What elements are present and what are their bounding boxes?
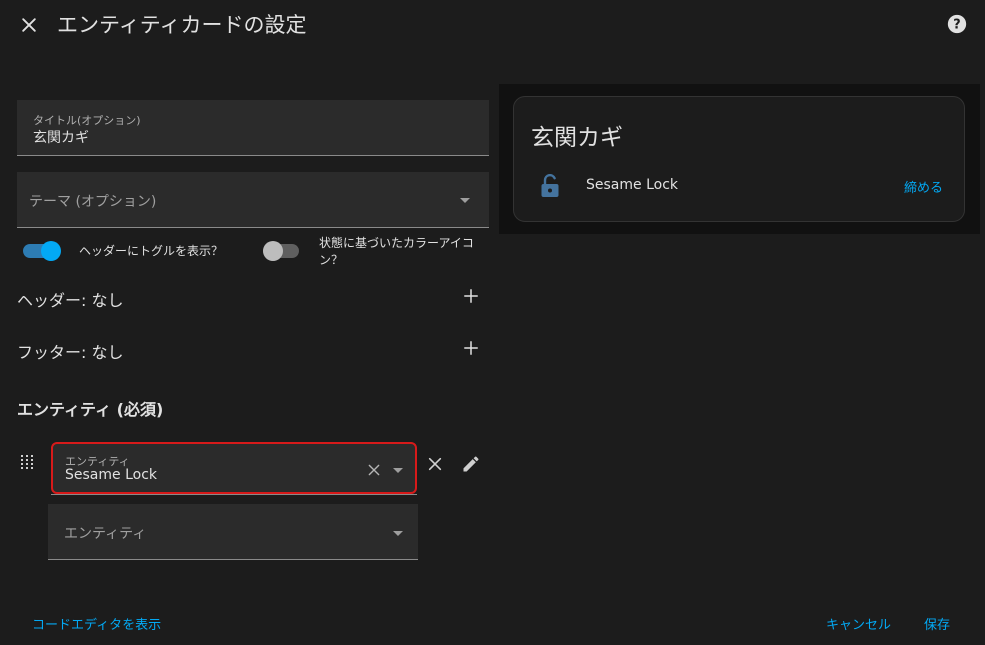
state-color-toggle-label: 状態に基づいたカラーアイコン？ — [319, 236, 474, 267]
lock-action-button[interactable]: 締める — [904, 177, 943, 196]
add-entity-select[interactable]: エンティティ — [48, 504, 418, 560]
entity-select-value: Sesame Lock — [65, 467, 157, 483]
add-footer-button[interactable] — [458, 335, 484, 361]
entity-select-underline — [51, 494, 417, 495]
close-icon — [428, 457, 442, 471]
header-row-label: ヘッダー: なし — [17, 291, 124, 310]
entities-card-preview — [513, 96, 965, 222]
show-header-toggle-switch[interactable] — [23, 234, 61, 268]
drag-handle-icon[interactable] — [20, 454, 38, 474]
dialog-title: エンティティカードの設定 — [57, 13, 307, 37]
remove-entity-button[interactable] — [423, 452, 447, 476]
plus-icon — [464, 289, 478, 303]
preview-entity-name[interactable]: Sesame Lock — [586, 177, 678, 193]
chevron-down-icon[interactable] — [393, 468, 403, 473]
cancel-button[interactable]: キャンセル — [826, 614, 891, 633]
footer-row-label: フッター: なし — [17, 343, 124, 362]
entity-select[interactable]: エンティティ Sesame Lock — [51, 442, 417, 494]
plus-icon — [464, 341, 478, 355]
theme-select[interactable]: テーマ (オプション) — [17, 172, 489, 228]
show-header-toggle-label: ヘッダーにトグルを表示？ — [79, 244, 224, 258]
help-button[interactable]: ? — [944, 11, 970, 37]
add-entity-placeholder: エンティティ — [64, 526, 147, 542]
chevron-down-icon — [460, 198, 470, 203]
theme-select-placeholder: テーマ (オプション) — [29, 194, 157, 210]
entities-heading: エンティティ (必須) — [17, 400, 164, 419]
close-dialog-button[interactable] — [14, 10, 44, 40]
edit-entity-button[interactable] — [458, 451, 484, 477]
title-input-value: 玄関カギ — [33, 130, 89, 146]
title-input-label: タイトル(オプション) — [33, 114, 141, 127]
preview-card-title: 玄関カギ — [531, 125, 623, 151]
lock-open-icon[interactable] — [538, 173, 562, 199]
switch-thumb — [41, 241, 61, 261]
svg-text:?: ? — [953, 18, 960, 33]
add-header-button[interactable] — [458, 283, 484, 309]
clear-icon[interactable] — [367, 462, 383, 478]
show-code-editor-button[interactable]: コードエディタを表示 — [32, 614, 161, 633]
close-icon — [22, 18, 36, 32]
pencil-icon — [463, 456, 479, 472]
title-input[interactable]: タイトル(オプション) 玄関カギ — [17, 100, 489, 156]
chevron-down-icon — [393, 531, 403, 536]
switch-thumb — [263, 241, 283, 261]
save-button[interactable]: 保存 — [924, 614, 950, 633]
help-circle-icon: ? — [947, 14, 967, 34]
state-color-toggle-switch[interactable] — [263, 234, 299, 268]
